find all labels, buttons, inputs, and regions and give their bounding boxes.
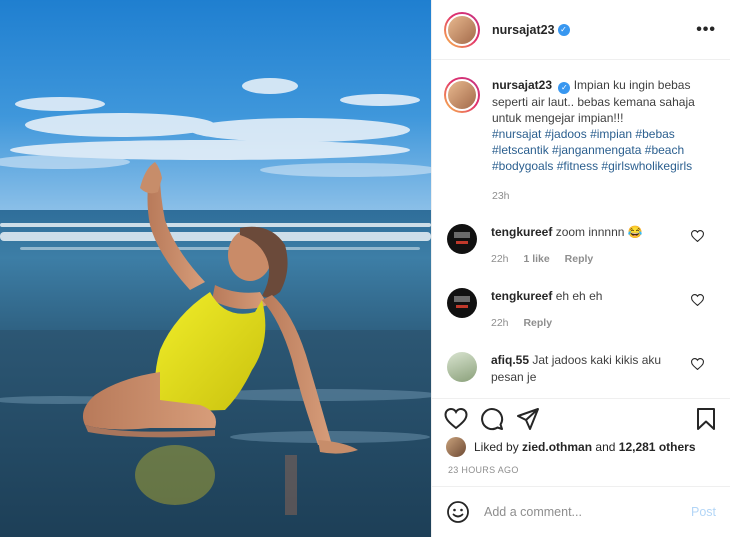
bookmark-icon[interactable]	[694, 407, 718, 431]
post-header: nursajat23 ✓ •••	[432, 0, 730, 60]
comment-username[interactable]: tengkureef	[491, 225, 552, 239]
add-comment-bar: Post	[432, 486, 730, 537]
verified-badge-icon: ✓	[558, 82, 571, 94]
likes-summary: Liked by zied.othman and 12,281 others	[446, 437, 718, 457]
commenter-avatar[interactable]	[447, 288, 477, 318]
comment-like-heart-icon[interactable]	[691, 358, 704, 370]
likes-and: and	[595, 440, 616, 454]
post-details-panel: nursajat23 ✓ ••• nursajat23 ✓ Impian ku …	[431, 0, 730, 537]
post-caption: nursajat23 ✓ Impian ku ingin bebas seper…	[444, 77, 718, 204]
comment-time: 22h	[491, 253, 509, 265]
comment-username[interactable]: tengkureef	[491, 289, 552, 303]
comment-text: eh eh eh	[555, 289, 603, 303]
likes-prefix: Liked by	[474, 440, 519, 454]
comment-bubble-icon[interactable]	[480, 407, 504, 431]
commenter-avatar[interactable]	[447, 352, 477, 382]
comment-likes-count[interactable]: 1 like	[523, 253, 549, 265]
comment-reply-button[interactable]: Reply	[565, 253, 594, 265]
caption-hashtags[interactable]: #nursajat #jadoos #impian #bebas #letsca…	[492, 127, 692, 173]
comments-list[interactable]: nursajat23 ✓ Impian ku ingin bebas seper…	[432, 61, 730, 397]
post-comment-button[interactable]: Post	[691, 505, 716, 519]
smiley-icon[interactable]	[446, 500, 470, 524]
instagram-post-view: nursajat23 ✓ ••• nursajat23 ✓ Impian ku …	[0, 0, 730, 537]
likes-count[interactable]: 12,281 others	[619, 440, 696, 454]
comment-time: 22h	[491, 317, 509, 329]
author-username[interactable]: nursajat23	[492, 23, 555, 37]
commenter-avatar[interactable]	[447, 224, 477, 254]
more-options-icon[interactable]: •••	[696, 21, 716, 39]
comment-text: zoom innnnn 😂	[555, 225, 643, 239]
liker-avatar[interactable]	[446, 437, 466, 457]
caption-username[interactable]: nursajat23	[492, 78, 552, 92]
comment-username[interactable]: afiq.55	[491, 353, 529, 367]
comment-item: afiq.55 Jat jadoos kaki kikis aku pesan …	[444, 352, 718, 386]
author-avatar[interactable]	[444, 11, 480, 48]
comment-like-heart-icon[interactable]	[691, 230, 704, 242]
heart-icon[interactable]	[444, 407, 468, 431]
caption-author-avatar[interactable]	[444, 77, 480, 113]
comment-reply-button[interactable]: Reply	[523, 317, 552, 329]
caption-time: 23h	[492, 190, 510, 202]
beach-photo-image	[0, 0, 431, 537]
verified-badge-icon: ✓	[557, 23, 570, 36]
post-timestamp[interactable]: 23 HOURS AGO	[448, 465, 519, 475]
post-action-bar	[432, 398, 730, 432]
comment-item: tengkureef zoom innnnn 😂 22h 1 like Repl…	[444, 224, 718, 268]
post-photo[interactable]	[0, 0, 431, 537]
comment-like-heart-icon[interactable]	[691, 294, 704, 306]
liker-username[interactable]: zied.othman	[522, 440, 592, 454]
paper-plane-icon[interactable]	[516, 407, 540, 431]
comment-input[interactable]	[484, 505, 683, 519]
comment-item: tengkureef eh eh eh 22h Reply	[444, 288, 718, 332]
